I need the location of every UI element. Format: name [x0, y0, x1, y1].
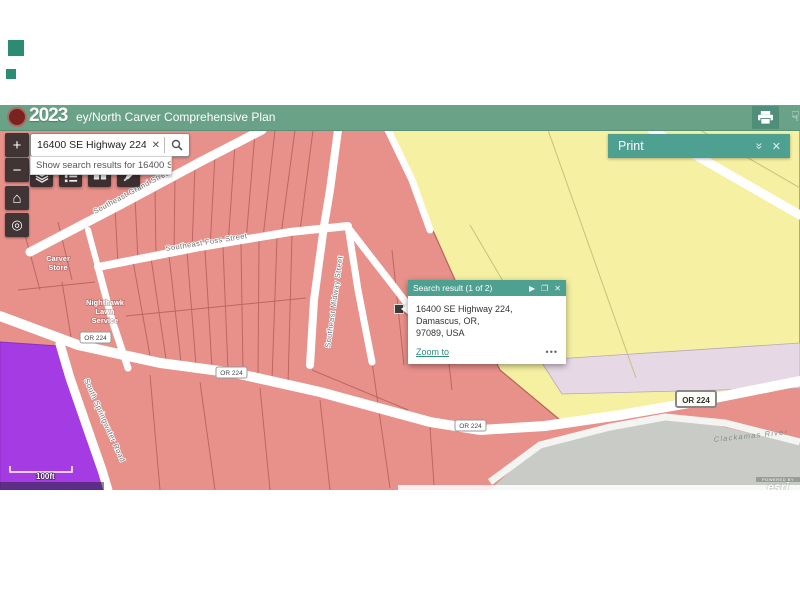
search-icon — [171, 139, 183, 151]
home-icon: ⌂ — [12, 190, 21, 207]
coordinate-display — [0, 482, 104, 490]
svg-text:OR 224: OR 224 — [84, 335, 107, 342]
print-panel-title: Print — [618, 139, 756, 153]
scale-label: 100ft — [36, 472, 55, 481]
search-result-popup: Search result (1 of 2) ▶ ❐ ✕ 16400 SE Hi… — [408, 280, 566, 364]
or224-badge-1: OR 224 — [80, 332, 111, 343]
partial-icon[interactable]: ☟ — [791, 108, 800, 128]
close-panel-button[interactable]: ✕ — [772, 140, 781, 153]
double-chevron-icon: » — [752, 143, 766, 150]
clear-search-icon[interactable]: ✕ — [148, 140, 164, 151]
popup-body: 16400 SE Highway 224, Damascus, OR, 9708… — [408, 296, 566, 344]
page: { "header": { "logo_year": "2023", "titl… — [0, 0, 800, 600]
or224-badge-2: OR 224 — [216, 367, 247, 378]
artifact-square-large — [8, 40, 24, 56]
locate-button[interactable]: ◎ — [5, 213, 29, 237]
print-header-button[interactable] — [752, 106, 779, 129]
label-carver-store-1: Carver — [46, 254, 70, 263]
logo-year: 2023 — [29, 105, 67, 127]
esri-wordmark: esri — [756, 482, 800, 490]
app-title: ey/North Carver Comprehensive Plan — [76, 110, 275, 124]
city-logo — [7, 107, 27, 127]
zoom-to-link[interactable]: Zoom to — [416, 347, 546, 357]
printer-icon — [758, 111, 773, 125]
label-carver-store-2: Store — [48, 263, 67, 272]
app-header: 2023 ey/North Carver Comprehensive Plan … — [0, 105, 800, 131]
home-button[interactable]: ⌂ — [5, 186, 29, 210]
maximize-popup-button[interactable]: ❐ — [541, 284, 548, 293]
minus-icon: − — [13, 162, 22, 179]
locate-icon: ◎ — [11, 217, 22, 233]
result-address-line1: 16400 SE Highway 224, Damascus, OR, — [416, 303, 558, 327]
label-nighthawk-1: Nighthawk — [86, 298, 125, 307]
label-nighthawk-3: Service — [92, 316, 119, 325]
close-popup-button[interactable]: ✕ — [554, 284, 561, 293]
svg-text:OR 224: OR 224 — [220, 370, 243, 377]
map-app-window: Southeast Grand Street Southeast Foss St… — [0, 105, 800, 490]
search-button[interactable] — [165, 139, 189, 151]
popup-more-button[interactable]: ••• — [546, 347, 558, 357]
popup-title: Search result (1 of 2) — [413, 283, 523, 293]
result-address-line2: 97089, USA — [416, 327, 558, 339]
artifact-square-small — [6, 69, 16, 79]
svg-text:OR 224: OR 224 — [682, 396, 710, 405]
or224-shield-large: OR 224 — [676, 391, 716, 407]
label-nighthawk-2: Lawn — [95, 307, 115, 316]
zoom-out-button[interactable]: − — [5, 158, 29, 182]
search-input[interactable] — [31, 139, 148, 151]
search-box: ✕ — [30, 133, 190, 157]
next-result-button[interactable]: ▶ — [529, 284, 535, 293]
zoom-in-button[interactable]: + — [5, 133, 29, 157]
svg-text:OR 224: OR 224 — [459, 423, 482, 430]
search-suggestion[interactable]: Show search results for 16400 SE Hig... — [30, 156, 172, 175]
plus-icon: + — [13, 137, 22, 154]
or224-badge-3: OR 224 — [455, 420, 486, 431]
collapse-panel-button[interactable]: » — [756, 139, 763, 153]
esri-logo: POWERED BY esri — [756, 477, 800, 490]
popup-header: Search result (1 of 2) ▶ ❐ ✕ — [408, 280, 566, 296]
attribution-strip — [398, 485, 800, 490]
print-panel: Print » ✕ — [608, 134, 790, 158]
popup-footer: Zoom to ••• — [408, 344, 566, 364]
